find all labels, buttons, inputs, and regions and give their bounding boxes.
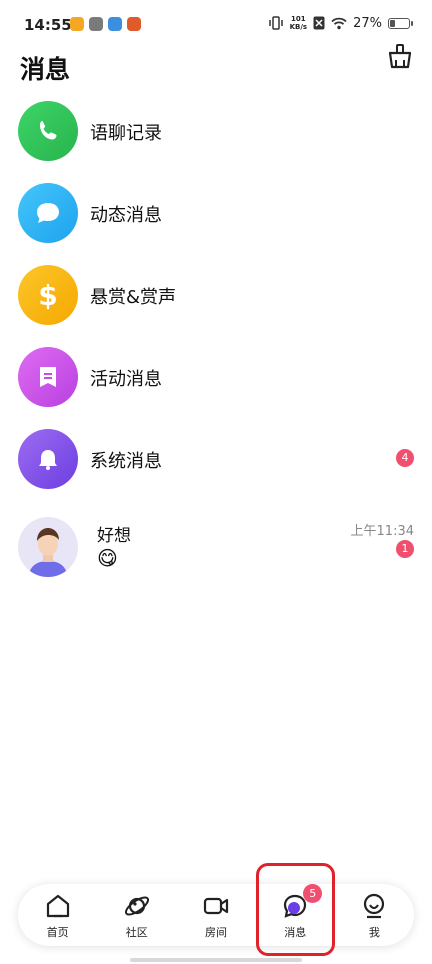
weibo-icon	[70, 17, 84, 31]
menu-item-feed-messages[interactable]: 动态消息	[0, 182, 432, 264]
menu-item-bounty[interactable]: $ 悬赏&赏声	[0, 264, 432, 346]
tab-messages[interactable]: 消息 5	[256, 884, 335, 946]
status-bar: 14:55 101 KB/s 27%	[0, 0, 432, 50]
tab-label: 社区	[125, 926, 148, 939]
dollar-glyph: $	[38, 278, 58, 312]
battery-level	[390, 19, 395, 27]
phone-icon	[18, 101, 78, 161]
notification-icons	[70, 17, 141, 31]
avatar	[18, 517, 78, 577]
home-icon	[46, 894, 69, 918]
net-speed-value: 101	[291, 15, 306, 23]
tab-rooms[interactable]: 房间	[176, 884, 255, 946]
tab-label: 我	[368, 926, 380, 939]
tab-community[interactable]: 社区	[97, 884, 176, 946]
menu-item-label: 活动消息	[90, 369, 162, 390]
menu-item-label: 系统消息	[90, 451, 162, 472]
tab-label: 消息	[284, 926, 307, 939]
broom-icon[interactable]	[386, 42, 414, 70]
home-indicator	[130, 958, 302, 962]
smile-face-icon	[364, 893, 385, 919]
tab-home[interactable]: 首页	[18, 884, 97, 946]
net-speed-unit: KB/s	[289, 23, 308, 31]
menu-item-label: 动态消息	[90, 205, 162, 226]
menu-item-voice-chat[interactable]: 语聊记录	[0, 100, 432, 182]
menu-item-label: 语聊记录	[90, 123, 162, 144]
chat-time: 上午11:34	[350, 524, 414, 539]
battery-icon	[388, 17, 413, 29]
chat-row[interactable]: 好想 😋 上午11:34 1	[0, 510, 432, 590]
dollar-icon: $	[18, 265, 78, 325]
bottom-nav: 首页 社区 房间 消息 5 我	[18, 884, 414, 946]
chat-name: 好想	[97, 526, 131, 546]
app-swirl-icon	[89, 17, 103, 31]
unread-badge: 1	[396, 540, 414, 558]
menu-item-label: 悬赏&赏声	[90, 287, 177, 308]
video-camera-icon	[203, 897, 229, 915]
tab-label: 首页	[46, 926, 69, 939]
tab-me[interactable]: 我	[335, 884, 414, 946]
status-time: 14:55	[24, 16, 72, 34]
wifi-icon	[331, 17, 347, 29]
vibrate-icon	[268, 16, 283, 30]
net-speed: 101 KB/s	[290, 15, 307, 31]
battery-percent: 27%	[353, 15, 382, 31]
menu-item-system[interactable]: 系统消息 4	[0, 428, 432, 510]
unread-badge: 4	[396, 449, 414, 467]
sim-off-icon	[313, 16, 325, 30]
tab-label: 房间	[205, 926, 227, 939]
message-category-list: 语聊记录 动态消息 $ 悬赏&赏声 活动消息 系统消息 4	[0, 100, 432, 510]
planet-icon	[124, 896, 149, 916]
tab-messages-badge: 5	[303, 884, 323, 903]
status-right: 101 KB/s 27%	[268, 15, 413, 31]
app-person-icon	[108, 17, 122, 31]
bookmark-icon	[18, 347, 78, 407]
app-news-icon	[127, 17, 141, 31]
chat-bubble-icon	[18, 183, 78, 243]
bell-icon	[18, 429, 78, 489]
menu-item-activity[interactable]: 活动消息	[0, 346, 432, 428]
page-title: 消息	[20, 55, 71, 84]
chat-last-message: 😋	[97, 546, 118, 570]
